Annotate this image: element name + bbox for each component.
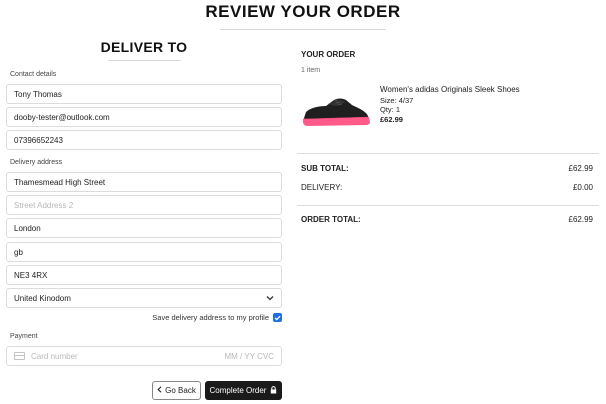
- region-field[interactable]: gb: [6, 242, 282, 262]
- card-number-field[interactable]: Card number MM / YY CVC: [6, 346, 282, 366]
- checkmark-icon: [274, 315, 281, 321]
- save-address-label: Save delivery address to my profile: [152, 313, 269, 322]
- page-title: REVIEW YOUR ORDER: [205, 2, 401, 21]
- street-address-2-field[interactable]: Street Address 2: [6, 195, 282, 215]
- country-select[interactable]: United Kinodom: [6, 288, 282, 308]
- your-order-heading: YOUR ORDER: [301, 50, 356, 59]
- product-size: Size: 4/37: [380, 95, 414, 105]
- title-divider: [220, 29, 386, 30]
- item-count: 1 item: [301, 67, 321, 74]
- chevron-down-icon: [266, 294, 274, 303]
- street-address-2-placeholder: Street Address 2: [14, 200, 74, 210]
- deliver-divider: [108, 60, 181, 61]
- go-back-label: Go Back: [165, 386, 196, 395]
- product-price: £62.99: [380, 114, 403, 124]
- delivery-address-label: Delivery address: [10, 159, 63, 166]
- product-name: Women's adidas Originals Sleek Shoes: [380, 85, 520, 94]
- order-total-label: ORDER TOTAL:: [301, 215, 361, 224]
- name-field[interactable]: Tony Thomas: [6, 84, 282, 104]
- card-number-placeholder: Card number: [31, 351, 78, 361]
- street-address-1-value: Thamesmead High Street: [14, 177, 106, 187]
- save-address-checkbox[interactable]: [273, 313, 282, 322]
- subtotal-value: £62.99: [568, 164, 593, 173]
- delivery-value: £0.00: [572, 183, 593, 192]
- complete-order-button[interactable]: Complete Order: [205, 381, 282, 400]
- save-address-row: Save delivery address to my profile: [6, 313, 282, 322]
- product-image: [302, 98, 370, 126]
- country-value: United Kinodom: [14, 293, 71, 303]
- card-expiry-cvc-placeholder: MM / YY CVC: [224, 351, 275, 361]
- city-field[interactable]: London: [6, 218, 282, 238]
- phone-field[interactable]: 07396652243: [6, 130, 282, 150]
- name-value: Tony Thomas: [14, 89, 62, 99]
- lock-icon: [270, 385, 277, 396]
- deliver-to-heading: DELIVER TO: [100, 39, 188, 55]
- product-details: Women's adidas Originals Sleek Shoes Siz…: [380, 85, 520, 124]
- chevron-left-icon: [157, 386, 162, 395]
- go-back-button[interactable]: Go Back: [152, 381, 201, 400]
- phone-value: 07396652243: [14, 135, 63, 145]
- delivery-label: DELIVERY:: [301, 183, 343, 192]
- order-total-row: ORDER TOTAL: £62.99: [301, 215, 593, 224]
- payment-label: Payment: [10, 333, 38, 340]
- summary-divider-top: [297, 153, 599, 154]
- city-value: London: [14, 223, 41, 233]
- email-field[interactable]: dooby-tester@outlook.com: [6, 107, 282, 127]
- credit-card-icon: [14, 352, 25, 360]
- order-total-value: £62.99: [568, 215, 593, 224]
- contact-details-label: Contact details: [10, 71, 57, 78]
- postcode-field[interactable]: NE3 4RX: [6, 265, 282, 285]
- subtotal-label: SUB TOTAL:: [301, 164, 349, 173]
- product-qty: Qty: 1: [380, 105, 401, 114]
- summary-divider-bottom: [297, 205, 599, 206]
- email-value: dooby-tester@outlook.com: [14, 112, 110, 122]
- complete-order-label: Complete Order: [209, 386, 267, 395]
- street-address-1-field[interactable]: Thamesmead High Street: [6, 172, 282, 192]
- region-value: gb: [14, 247, 23, 257]
- subtotal-row: SUB TOTAL: £62.99: [301, 164, 593, 173]
- postcode-value: NE3 4RX: [14, 270, 48, 280]
- delivery-row: DELIVERY: £0.00: [301, 183, 593, 192]
